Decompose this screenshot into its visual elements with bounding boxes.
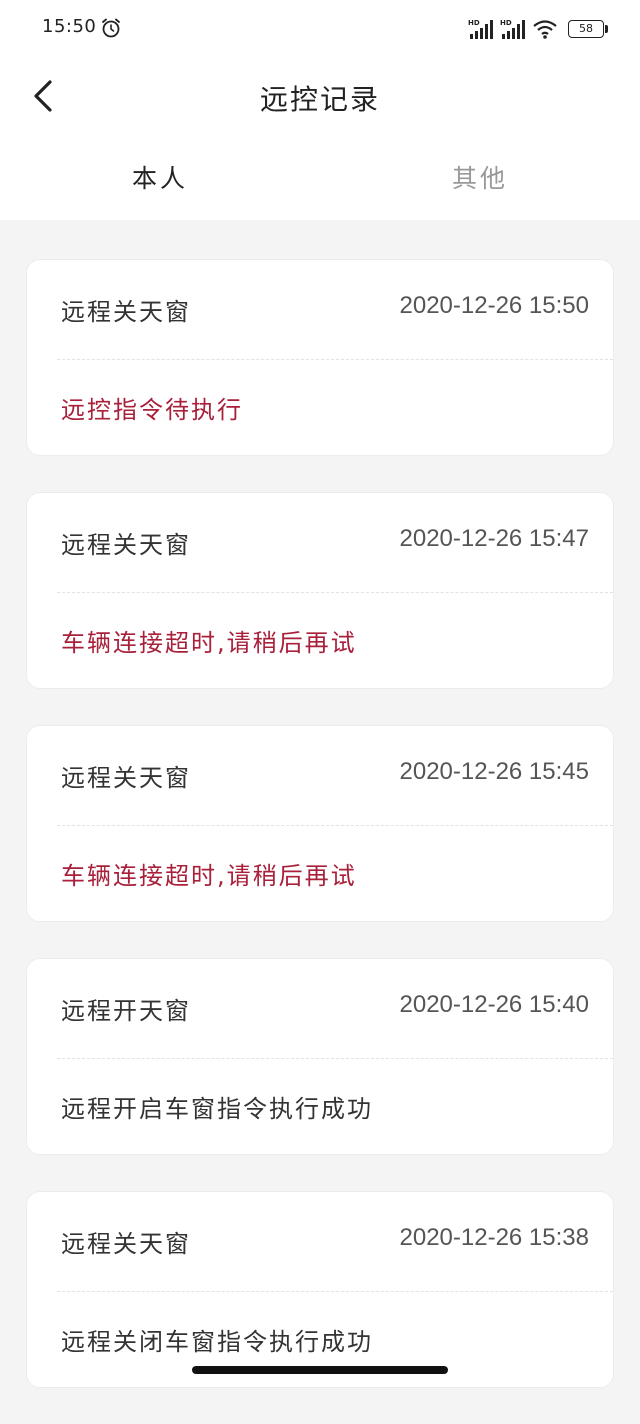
record-card[interactable]: 远程关天窗 2020-12-26 15:38 远程关闭车窗指令执行成功 bbox=[26, 1191, 614, 1388]
record-time: 2020-12-26 15:50 bbox=[399, 292, 590, 319]
record-card[interactable]: 远程开天窗 2020-12-26 15:40 远程开启车窗指令执行成功 bbox=[26, 958, 614, 1155]
tab-self[interactable]: 本人 bbox=[0, 134, 320, 220]
record-title: 远程关天窗 bbox=[61, 1230, 191, 1258]
record-time: 2020-12-26 15:47 bbox=[399, 525, 590, 552]
divider bbox=[57, 359, 613, 360]
record-status: 车辆连接超时,请稍后再试 bbox=[61, 862, 357, 890]
record-status: 车辆连接超时,请稍后再试 bbox=[61, 629, 357, 657]
divider bbox=[57, 825, 613, 826]
record-title: 远程关天窗 bbox=[61, 531, 191, 559]
divider bbox=[57, 592, 613, 593]
record-time: 2020-12-26 15:38 bbox=[399, 1224, 590, 1251]
record-header: 远程开天窗 2020-12-26 15:40 bbox=[27, 959, 613, 1058]
hd-signal-icon: HD bbox=[468, 19, 493, 39]
alarm-clock-icon bbox=[102, 18, 120, 38]
divider bbox=[57, 1058, 613, 1059]
record-header: 远程关天窗 2020-12-26 15:38 bbox=[27, 1192, 613, 1291]
record-title: 远程关天窗 bbox=[61, 764, 191, 792]
record-header: 远程关天窗 2020-12-26 15:47 bbox=[27, 493, 613, 592]
home-indicator[interactable] bbox=[192, 1366, 448, 1374]
record-status: 远控指令待执行 bbox=[61, 396, 243, 424]
header: 远控记录 bbox=[0, 58, 640, 134]
tab-bar: 本人 其他 bbox=[0, 134, 640, 220]
status-icons: HD HD 58 bbox=[468, 17, 608, 41]
status-bar: 15:50 HD HD 58 bbox=[0, 0, 640, 58]
wifi-icon bbox=[533, 20, 557, 39]
svg-text:HD: HD bbox=[468, 19, 480, 27]
svg-text:HD: HD bbox=[500, 19, 512, 27]
record-header: 远程关天窗 2020-12-26 15:50 bbox=[27, 260, 613, 359]
record-card[interactable]: 远程关天窗 2020-12-26 15:47 车辆连接超时,请稍后再试 bbox=[26, 492, 614, 689]
record-list: 远程关天窗 2020-12-26 15:50 远控指令待执行 远程关天窗 202… bbox=[26, 259, 614, 1424]
page-title: 远控记录 bbox=[259, 83, 380, 116]
battery-level: 58 bbox=[579, 22, 593, 35]
record-card[interactable]: 远程关天窗 2020-12-26 15:45 车辆连接超时,请稍后再试 bbox=[26, 725, 614, 922]
divider bbox=[57, 1291, 613, 1292]
record-title: 远程关天窗 bbox=[61, 298, 191, 326]
record-status: 远程开启车窗指令执行成功 bbox=[61, 1095, 373, 1123]
tab-others[interactable]: 其他 bbox=[320, 134, 640, 220]
record-time: 2020-12-26 15:45 bbox=[399, 758, 590, 785]
hd-signal-icon: HD bbox=[500, 19, 525, 39]
record-time: 2020-12-26 15:40 bbox=[399, 991, 590, 1018]
record-status: 远程关闭车窗指令执行成功 bbox=[61, 1328, 373, 1356]
battery-icon: 58 bbox=[568, 20, 608, 38]
status-time: 15:50 bbox=[42, 16, 97, 37]
record-header: 远程关天窗 2020-12-26 15:45 bbox=[27, 726, 613, 825]
record-card[interactable]: 远程关天窗 2020-12-26 15:50 远控指令待执行 bbox=[26, 259, 614, 456]
record-title: 远程开天窗 bbox=[61, 997, 191, 1025]
